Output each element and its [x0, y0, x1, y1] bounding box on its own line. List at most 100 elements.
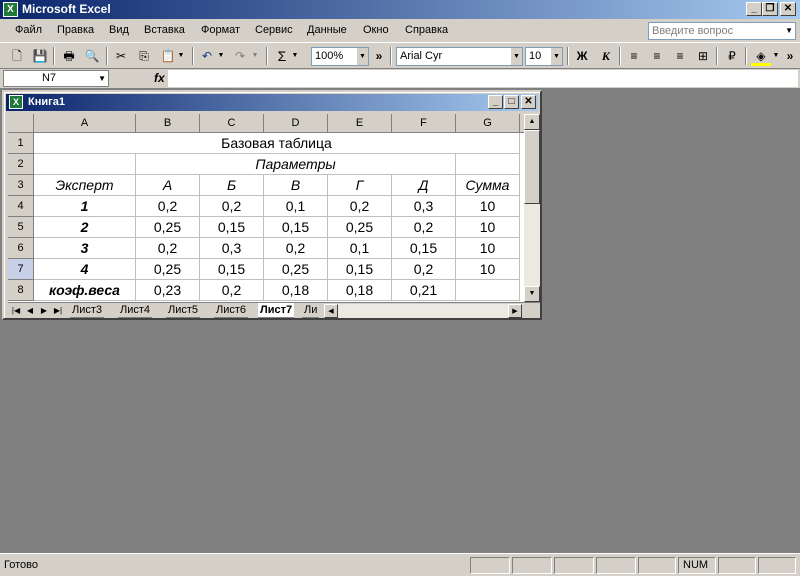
row-header[interactable]: 1 [8, 133, 34, 154]
prev-sheet-icon[interactable]: ◀ [24, 304, 36, 317]
value-cell[interactable]: 0,3 [392, 196, 456, 217]
value-cell[interactable]: 0,2 [200, 196, 264, 217]
zoom-select[interactable]: 100% ▼ [311, 47, 369, 66]
name-box[interactable]: N7 ▼ [3, 70, 109, 87]
column-header[interactable]: D [264, 114, 328, 133]
weight-cell[interactable]: 0,18 [328, 280, 392, 301]
sheet-tab[interactable]: Ли [302, 303, 320, 318]
value-cell[interactable]: 0,15 [264, 217, 328, 238]
menu-data[interactable]: Данные [307, 24, 347, 36]
sheet-tab[interactable]: Лист5 [166, 303, 201, 318]
sheet-tab-active[interactable]: Лист7 [258, 303, 295, 318]
value-cell[interactable]: 0,3 [200, 238, 264, 259]
align-right-icon[interactable]: ≡ [670, 46, 690, 66]
scroll-up-icon[interactable]: ▲ [524, 114, 540, 130]
menu-window[interactable]: Окно [363, 24, 389, 36]
value-cell[interactable]: 0,25 [136, 217, 200, 238]
next-sheet-icon[interactable]: ▶ [38, 304, 50, 317]
column-header[interactable]: A [34, 114, 136, 133]
menu-insert[interactable]: Вставка [144, 24, 185, 36]
params-header-cell[interactable]: Параметры [136, 154, 456, 175]
merge-center-icon[interactable]: ⊞ [693, 46, 713, 66]
value-cell[interactable]: 0,2 [136, 196, 200, 217]
bold-icon[interactable]: Ж [572, 46, 592, 66]
formula-input[interactable] [168, 70, 798, 87]
expert-cell[interactable]: 3 [34, 238, 136, 259]
param-header-cell[interactable]: А [136, 175, 200, 196]
value-cell[interactable]: 0,15 [200, 217, 264, 238]
value-cell[interactable]: 0,1 [328, 238, 392, 259]
scroll-thumb[interactable] [524, 130, 540, 204]
row-header[interactable]: 2 [8, 154, 34, 175]
scroll-down-icon[interactable]: ▼ [524, 286, 540, 302]
undo-icon[interactable]: ↶ [197, 46, 217, 66]
row-header-selected[interactable]: 7 [8, 259, 34, 280]
first-sheet-icon[interactable]: |◀ [10, 304, 22, 317]
menu-edit[interactable]: Правка [57, 24, 94, 36]
align-center-icon[interactable]: ≡ [647, 46, 667, 66]
paste-icon[interactable]: 📋 [158, 46, 178, 66]
chevron-down-icon[interactable]: ▼ [551, 48, 562, 65]
minimize-icon[interactable]: _ [488, 95, 503, 109]
horizontal-scrollbar[interactable]: ◀ ▶ [324, 304, 522, 318]
maximize-icon[interactable]: □ [504, 95, 519, 109]
fill-color-icon[interactable]: ◈ [751, 46, 771, 66]
value-cell[interactable]: 0,25 [264, 259, 328, 280]
table-title-cell[interactable]: Базовая таблица [34, 133, 520, 154]
value-cell[interactable]: 0,2 [328, 196, 392, 217]
help-question-input[interactable]: Введите вопрос ▼ [648, 22, 796, 40]
chevron-down-icon[interactable]: ▼ [511, 48, 522, 65]
row-header[interactable]: 6 [8, 238, 34, 259]
chevron-down-icon[interactable]: ▼ [176, 46, 186, 66]
autosum-icon[interactable]: Σ [272, 46, 292, 66]
value-cell[interactable]: 0,15 [392, 238, 456, 259]
chevron-down-icon[interactable]: ▼ [357, 48, 368, 65]
vertical-scrollbar[interactable]: ▲ ▼ [524, 114, 540, 302]
param-header-cell[interactable]: Д [392, 175, 456, 196]
menu-file[interactable]: Файл [15, 24, 42, 36]
value-cell[interactable]: 0,2 [136, 238, 200, 259]
chevron-down-icon[interactable]: ▼ [785, 23, 793, 39]
font-name-select[interactable]: Arial Cyr ▼ [396, 47, 523, 66]
expert-cell[interactable]: 4 [34, 259, 136, 280]
toolbar-more-icon[interactable]: » [784, 46, 796, 66]
scroll-left-icon[interactable]: ◀ [324, 304, 338, 318]
param-header-cell[interactable]: Г [328, 175, 392, 196]
sum-cell[interactable]: 10 [456, 238, 520, 259]
chevron-down-icon[interactable]: ▼ [250, 46, 260, 66]
cell[interactable] [456, 280, 520, 301]
select-all-corner[interactable] [8, 114, 34, 133]
menu-format[interactable]: Формат [201, 24, 240, 36]
redo-icon[interactable]: ↷ [230, 46, 250, 66]
value-cell[interactable]: 0,2 [392, 217, 456, 238]
expert-cell[interactable]: 2 [34, 217, 136, 238]
weight-cell[interactable]: 0,23 [136, 280, 200, 301]
value-cell[interactable]: 0,25 [136, 259, 200, 280]
close-icon[interactable]: ✕ [780, 2, 796, 16]
cell[interactable] [34, 154, 136, 175]
sum-header-cell[interactable]: Сумма [456, 175, 520, 196]
weight-cell[interactable]: 0,18 [264, 280, 328, 301]
cell[interactable] [456, 154, 520, 175]
save-icon[interactable]: 💾 [30, 46, 50, 66]
chevron-down-icon[interactable]: ▼ [216, 46, 226, 66]
column-header[interactable]: F [392, 114, 456, 133]
value-cell[interactable]: 0,1 [264, 196, 328, 217]
sheet-tab[interactable]: Лист6 [214, 303, 249, 318]
chevron-down-icon[interactable]: ▼ [98, 71, 106, 86]
sum-cell[interactable]: 10 [456, 217, 520, 238]
last-sheet-icon[interactable]: ▶| [52, 304, 64, 317]
insert-function-icon[interactable]: fx [154, 71, 165, 85]
spreadsheet-grid[interactable]: A B C D E F G 1 2 3 4 5 6 7 8 Базовая та… [8, 114, 524, 302]
value-cell[interactable]: 0,15 [200, 259, 264, 280]
restore-icon[interactable]: ❐ [762, 2, 778, 16]
menu-tools[interactable]: Сервис [255, 24, 293, 36]
row-header[interactable]: 3 [8, 175, 34, 196]
column-header[interactable]: E [328, 114, 392, 133]
column-header[interactable]: G [456, 114, 520, 133]
value-cell[interactable]: 0,2 [264, 238, 328, 259]
value-cell[interactable]: 0,25 [328, 217, 392, 238]
row-header[interactable]: 8 [8, 280, 34, 301]
column-header[interactable]: C [200, 114, 264, 133]
scroll-right-icon[interactable]: ▶ [508, 304, 522, 318]
